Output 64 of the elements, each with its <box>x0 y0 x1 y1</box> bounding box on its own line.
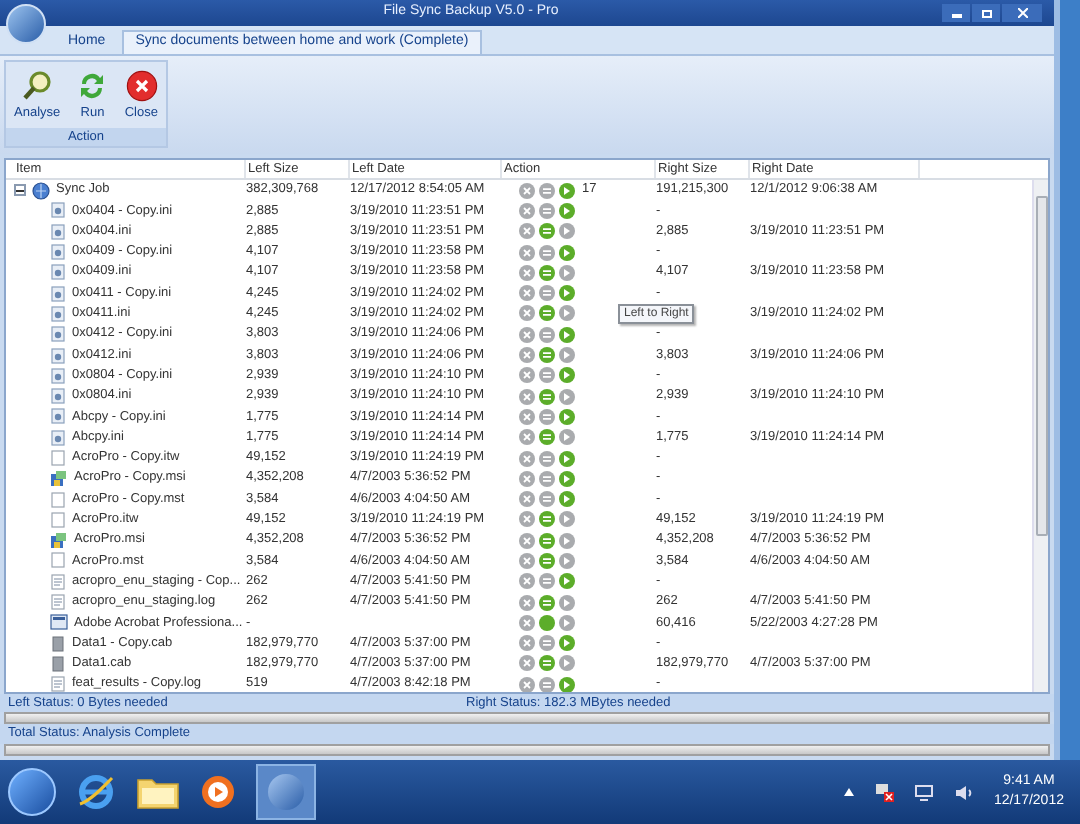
taskbar-app-button[interactable] <box>256 764 316 820</box>
action-indicator-icon[interactable] <box>518 572 578 591</box>
start-button[interactable] <box>8 768 56 816</box>
browser-icon[interactable] <box>76 772 116 812</box>
action-indicator-icon[interactable] <box>518 449 578 467</box>
action-indicator-icon[interactable] <box>518 201 578 220</box>
settings-file-icon <box>50 223 66 240</box>
settings-file-icon <box>50 429 66 446</box>
action-indicator-icon[interactable] <box>518 634 578 653</box>
action-indicator-icon[interactable] <box>518 222 578 241</box>
action-indicator-icon[interactable] <box>518 284 578 303</box>
folder-icon[interactable] <box>136 774 180 810</box>
action-indicator-icon[interactable] <box>518 593 578 612</box>
minimize-button[interactable] <box>942 4 970 22</box>
action-indicator-icon[interactable] <box>518 366 578 385</box>
action-indicator-icon[interactable] <box>518 531 578 550</box>
settings-file-icon <box>50 388 66 405</box>
action-indicator-icon[interactable] <box>518 551 578 570</box>
action-indicator-icon[interactable] <box>518 654 578 673</box>
installer-icon <box>50 469 68 488</box>
text-file-icon <box>50 594 66 611</box>
settings-file-icon <box>50 367 66 384</box>
settings-file-icon <box>50 285 66 302</box>
settings-file-icon <box>50 244 66 261</box>
action-indicator-icon[interactable] <box>518 675 578 692</box>
text-file-icon <box>50 573 66 590</box>
sync-arrows-icon <box>76 69 109 102</box>
action-indicator-icon[interactable] <box>518 304 578 323</box>
action-indicator-icon[interactable] <box>518 387 578 406</box>
flag-warning-icon[interactable] <box>873 782 894 802</box>
scrollbar[interactable] <box>1032 180 1048 692</box>
collapse-toggle-icon[interactable] <box>14 184 26 197</box>
action-indicator-icon[interactable] <box>518 346 578 365</box>
action-indicator-icon[interactable] <box>518 263 578 282</box>
file-icon <box>50 450 66 466</box>
close-icon <box>1017 8 1027 18</box>
installer-icon <box>50 531 68 550</box>
shortcut-icon <box>50 614 68 631</box>
show-hidden-icons-icon[interactable] <box>843 788 854 796</box>
settings-file-icon <box>50 305 66 322</box>
settings-file-icon <box>50 264 66 281</box>
media-player-icon[interactable] <box>200 774 236 810</box>
settings-file-icon <box>50 326 66 343</box>
settings-file-icon <box>50 347 66 364</box>
settings-file-icon <box>50 202 66 219</box>
action-indicator-icon[interactable] <box>518 243 578 262</box>
action-indicator-icon[interactable] <box>518 469 578 488</box>
action-indicator-icon[interactable] <box>518 510 578 529</box>
globe-icon <box>32 181 50 200</box>
action-indicator-icon[interactable] <box>518 181 578 200</box>
magnifier-icon <box>21 69 54 102</box>
app-logo-icon[interactable] <box>6 4 46 44</box>
maximize-button[interactable] <box>972 4 1000 22</box>
action-indicator-icon[interactable] <box>518 325 578 344</box>
network-icon[interactable] <box>913 783 934 801</box>
action-indicator-icon[interactable] <box>518 613 578 632</box>
action-indicator-icon[interactable] <box>518 490 578 509</box>
close-icon <box>125 69 158 102</box>
close-window-button[interactable] <box>1002 4 1042 22</box>
settings-file-icon <box>50 408 66 425</box>
volume-icon[interactable] <box>953 783 974 801</box>
file-icon <box>50 552 66 569</box>
action-indicator-icon[interactable] <box>518 428 578 447</box>
action-indicator-icon[interactable] <box>518 407 578 426</box>
